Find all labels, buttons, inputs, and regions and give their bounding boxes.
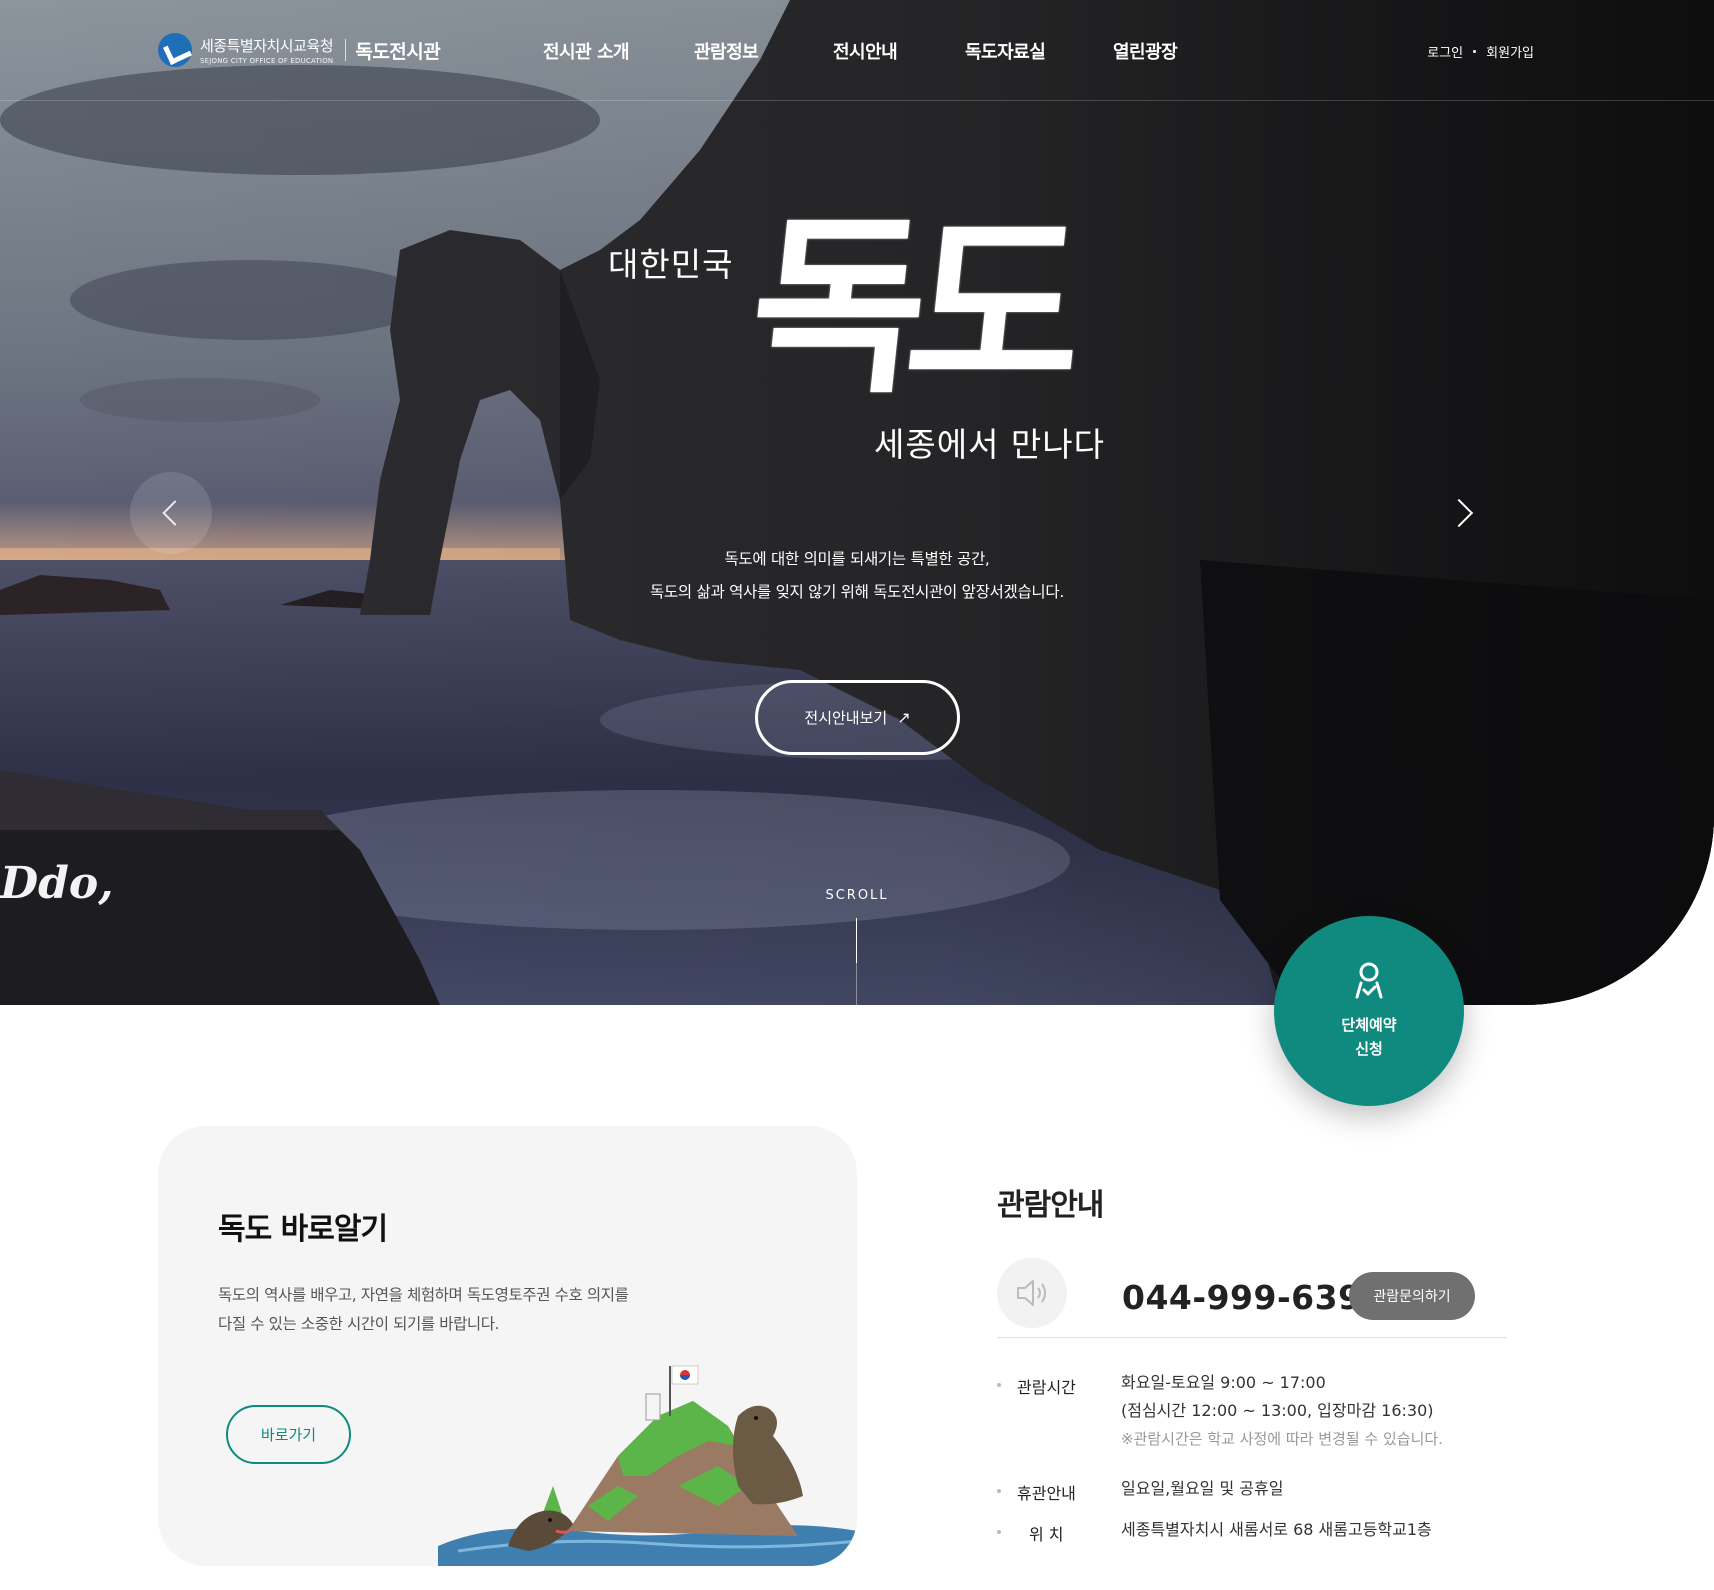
chevron-left-icon xyxy=(162,500,188,526)
bullet xyxy=(997,1530,1001,1534)
bullet xyxy=(997,1489,1001,1493)
dokdo-intro-title: 독도 바로알기 xyxy=(218,1212,388,1247)
chevron-right-icon xyxy=(1444,498,1474,528)
group-reservation-button[interactable]: 단체예약 신청 xyxy=(1274,916,1464,1106)
group-reservation-line-1: 단체예약 xyxy=(1341,1016,1397,1034)
logo-org-korean: 세종특별자치시교육청 xyxy=(200,37,334,55)
group-reservation-label: 단체예약 신청 xyxy=(1341,1013,1396,1061)
nav-item-open-plaza[interactable]: 열린광장 xyxy=(1113,38,1178,64)
logo-divider xyxy=(345,39,347,61)
visit-inquiry-button[interactable]: 관람문의하기 xyxy=(1349,1272,1475,1320)
scroll-indicator-line xyxy=(856,918,857,1005)
hero-description-line-2: 독도의 삶과 역사를 잊지 않기 위해 독도전시관이 앞장서겠습니다. xyxy=(650,583,1064,601)
hero-banner: 대한민국 독도 세종에서 만나다 독도에 대한 의미를 되새기는 특별한 공간,… xyxy=(0,0,1714,1005)
location-value: 세종특별자치시 새롬서로 68 새롬고등학교1층 xyxy=(1121,1520,1432,1539)
hero-title: 독도 xyxy=(740,195,1078,418)
nav-item-exhibition[interactable]: 전시안내 xyxy=(833,38,898,64)
slide-next-button[interactable] xyxy=(1422,472,1504,554)
location-row: 위 치 세종특별자치시 새롬서로 68 새롬고등학교1층 xyxy=(997,1520,1432,1545)
site-header: 세종특별자치시교육청 SEJONG CITY OFFICE OF EDUCATI… xyxy=(0,0,1714,101)
closed-days-value: 일요일,월요일 및 공휴일 xyxy=(1121,1479,1284,1498)
hero-subtitle-2: 세종에서 만나다 xyxy=(874,425,1106,464)
utility-menu: 로그인 회원가입 xyxy=(1427,42,1534,61)
visit-info-title: 관람안내 xyxy=(997,1188,1104,1223)
arrow-up-right-icon: ↗ xyxy=(897,708,911,727)
person-check-icon xyxy=(1355,962,1383,999)
visit-hours-line-2: (점심시간 12:00 ~ 13:00, 입장마감 16:30) xyxy=(1121,1401,1434,1420)
signup-link[interactable]: 회원가입 xyxy=(1486,42,1534,61)
visit-hours-label: 관람시간 xyxy=(1017,1378,1076,1397)
dokdo-intro-description: 독도의 역사를 배우고, 자연을 체험하며 독도영토주권 수호 의지를 다질 수… xyxy=(218,1286,629,1333)
slide-prev-button[interactable] xyxy=(130,472,212,554)
closed-days-label: 휴관안내 xyxy=(1017,1484,1076,1503)
speaker-icon xyxy=(1017,1280,1046,1306)
location-label: 위 치 xyxy=(1029,1525,1064,1544)
dokdo-illustration xyxy=(438,1365,857,1566)
login-link[interactable]: 로그인 xyxy=(1427,42,1463,61)
visit-hours-row: 관람시간 화요일-토요일 9:00 ~ 17:00 (점심시간 12:00 ~ … xyxy=(997,1373,1443,1453)
utility-separator xyxy=(1473,50,1477,53)
dokdo-intro-card: 독도 바로알기 독도의 역사를 배우고, 자연을 체험하며 독도영토주권 수호 … xyxy=(158,1126,857,1566)
logo-org-english: SEJONG CITY OFFICE OF EDUCATION xyxy=(200,57,334,65)
education-office-emblem-icon xyxy=(158,33,192,67)
exhibition-guide-label: 전시안내보기 xyxy=(804,709,888,727)
nav-item-visit-info[interactable]: 관람정보 xyxy=(694,38,759,64)
speaker-icon-wrap xyxy=(997,1258,1067,1328)
logo-org: 세종특별자치시교육청 SEJONG CITY OFFICE OF EDUCATI… xyxy=(200,35,334,65)
site-logo[interactable]: 세종특별자치시교육청 SEJONG CITY OFFICE OF EDUCATI… xyxy=(158,33,441,67)
bullet xyxy=(997,1383,1001,1387)
dokdo-intro-go-button[interactable]: 바로가기 xyxy=(226,1405,351,1464)
scroll-indicator-label[interactable]: SCROLL xyxy=(0,888,1714,903)
contact-phone-number: 044-999-6393 xyxy=(1122,1278,1386,1317)
nav-item-about[interactable]: 전시관 소개 xyxy=(543,38,630,64)
logo-site-name: 독도전시관 xyxy=(355,40,441,63)
closed-days-row: 휴관안내 일요일,월요일 및 공휴일 xyxy=(997,1479,1283,1504)
visit-hours-note: ※관람시간은 학교 사정에 따라 변경될 수 있습니다. xyxy=(1121,1430,1443,1448)
group-reservation-line-2: 신청 xyxy=(1355,1040,1383,1058)
hero-subtitle-1: 대한민국 xyxy=(608,245,734,284)
exhibition-guide-button[interactable]: 전시안내보기 ↗ xyxy=(755,680,960,755)
visit-hours-line-1: 화요일-토요일 9:00 ~ 17:00 xyxy=(1121,1373,1326,1392)
visit-hours-value: 화요일-토요일 9:00 ~ 17:00 (점심시간 12:00 ~ 13:00… xyxy=(1121,1369,1443,1453)
visit-info-divider xyxy=(997,1337,1507,1338)
nav-item-archive[interactable]: 독도자료실 xyxy=(965,38,1046,64)
